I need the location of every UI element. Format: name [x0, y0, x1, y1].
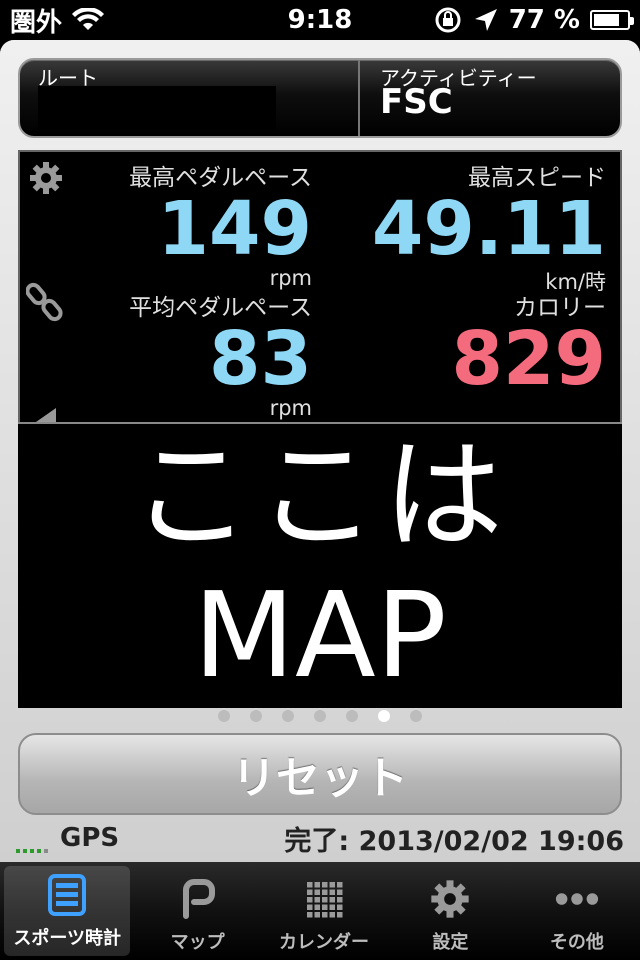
page-dot[interactable]	[346, 710, 358, 722]
route-value	[38, 86, 276, 130]
battery-percent: 77 %	[508, 5, 580, 35]
stat-max-speed: 最高スピード 49.11 km/時	[372, 158, 606, 296]
resize-corner-icon[interactable]	[36, 408, 56, 422]
activity-section[interactable]: アクティビティー FSC	[360, 60, 620, 136]
done-datetime: 2013/02/02 19:06	[358, 825, 624, 857]
stat-avg-cadence: 平均ペダルペース 83 rpm	[129, 288, 312, 420]
map-placeholder-line2: MAP	[193, 566, 447, 705]
gps-label: GPS	[60, 823, 120, 853]
page-dot[interactable]	[218, 710, 230, 722]
tab-settings[interactable]: 設定	[387, 862, 513, 960]
orientation-lock-icon	[435, 7, 461, 33]
gps-status: GPS	[16, 823, 119, 853]
page-dot[interactable]	[250, 710, 262, 722]
battery-icon	[590, 10, 634, 30]
tab-label: カレンダー	[279, 932, 370, 953]
activity-value: FSC	[380, 82, 453, 122]
wifi-icon	[72, 8, 105, 30]
tab-map[interactable]: マップ	[134, 862, 260, 960]
route-icon	[175, 876, 221, 922]
more-dots-icon	[554, 876, 600, 922]
calendar-grid-icon	[301, 876, 347, 922]
tab-label: 設定	[432, 932, 469, 953]
page-indicator[interactable]	[0, 710, 640, 724]
stat-value: 49.11	[371, 186, 606, 272]
status-bar: 圏外 9:18 77 %	[0, 0, 640, 40]
stat-value: 149	[157, 186, 312, 272]
location-icon	[474, 9, 497, 31]
tab-label: その他	[549, 932, 604, 953]
map-placeholder-line1: ここは	[131, 427, 509, 567]
gps-signal-icon	[16, 837, 48, 853]
done-label: 完了:	[284, 825, 350, 857]
completion-timestamp: 完了: 2013/02/02 19:06	[284, 819, 624, 858]
tab-sports-clock[interactable]: スポーツ時計	[4, 866, 131, 956]
tab-label: マップ	[170, 932, 225, 953]
header-panel: ルート アクティビティー FSC	[18, 58, 622, 138]
page-dot[interactable]	[378, 710, 390, 722]
tab-more[interactable]: その他	[514, 862, 640, 960]
stats-panel: 最高ペダルペース 149 rpm 最高スピード 49.11 km/時 平均ペダル…	[18, 150, 622, 422]
page-dot[interactable]	[410, 710, 422, 722]
stat-value: 829	[451, 316, 606, 402]
tab-bar: スポーツ時計 マップ カレンダー 設定 その他	[0, 862, 640, 960]
reset-button[interactable]: リセット	[18, 733, 622, 815]
route-section[interactable]: ルート	[20, 60, 360, 136]
page-dot[interactable]	[282, 710, 294, 722]
gear-icon	[427, 876, 473, 922]
map-view[interactable]: ここは MAP	[18, 422, 622, 708]
footer-status: GPS 完了: 2013/02/02 19:06	[0, 818, 640, 858]
page-dot[interactable]	[314, 710, 326, 722]
chain-link-icon[interactable]	[26, 282, 66, 322]
stat-calories: カロリー 829	[452, 288, 606, 396]
gear-icon[interactable]	[28, 160, 64, 196]
tab-calendar[interactable]: カレンダー	[261, 862, 387, 960]
stat-value: 83	[209, 316, 312, 402]
stat-max-cadence: 最高ペダルペース 149 rpm	[129, 158, 312, 290]
tab-label: スポーツ時計	[13, 928, 122, 949]
carrier-label: 圏外	[10, 7, 63, 38]
stopwatch-icon	[44, 872, 90, 918]
